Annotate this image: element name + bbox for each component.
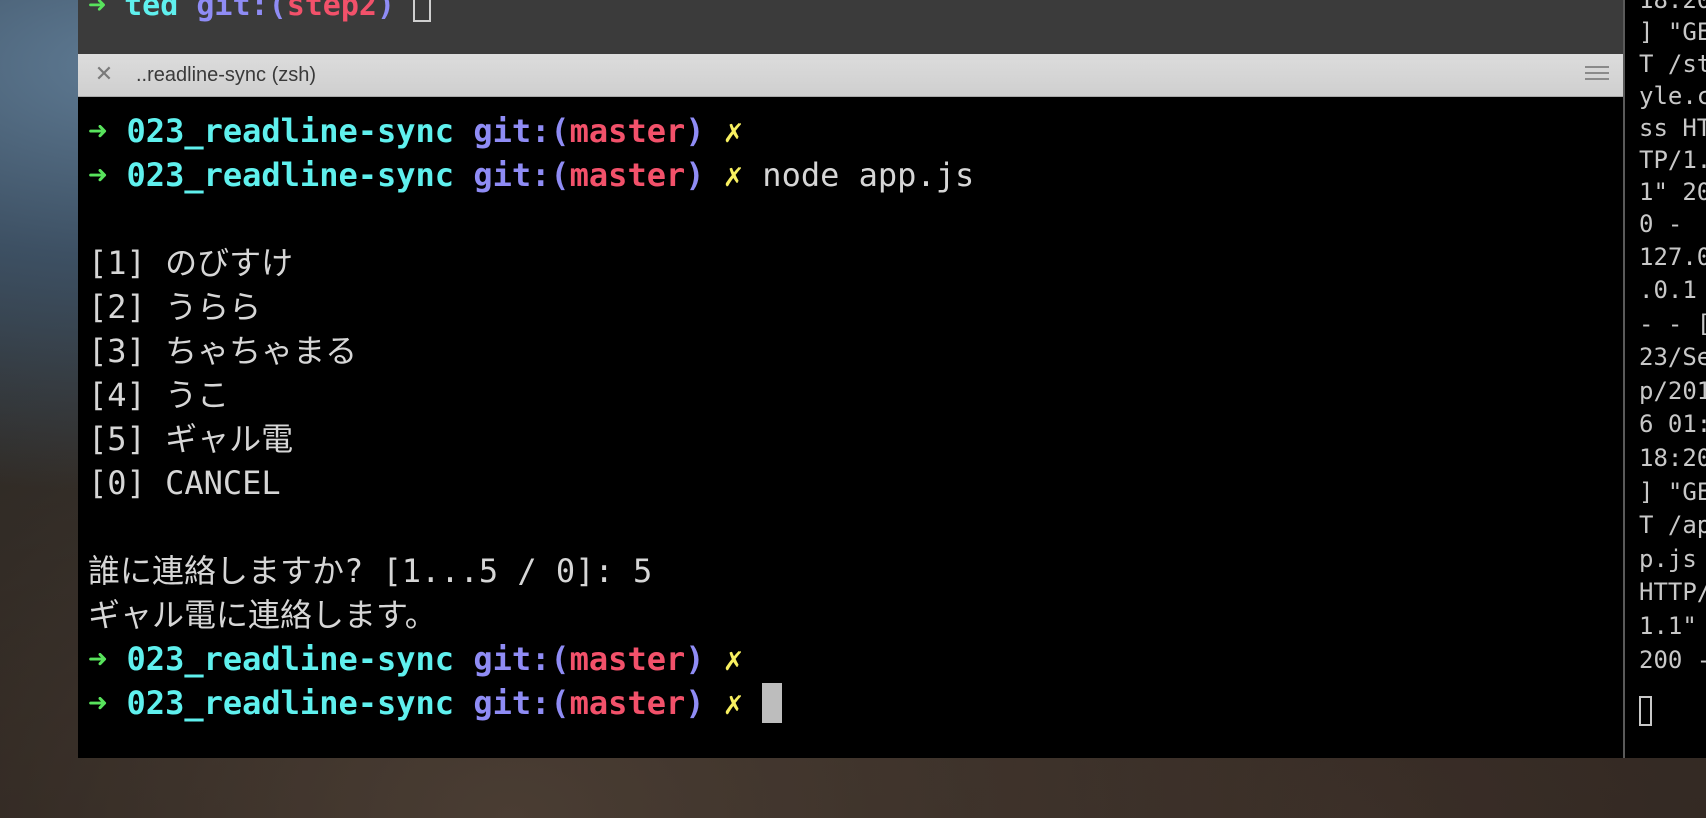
side-terminal-line: 1.1" [1639,612,1697,640]
prompt-directory: ted [124,0,179,23]
dirty-mark-icon: ✗ [723,156,744,194]
side-terminal-line: T /st [1639,50,1706,78]
side-terminal-line: p/201 [1639,377,1706,405]
side-terminal-line: 127.0 [1639,243,1706,271]
side-terminal-line: p.js [1639,545,1697,573]
terminal-output[interactable]: ➜ 023_readline-sync git:(master) ✗ ➜ 023… [88,109,1608,725]
git-prefix: git:( [473,640,570,678]
hamburger-menu-icon[interactable] [1585,66,1609,84]
side-terminal-line: 200 - [1639,646,1706,674]
side-terminal-line: 1" 20 [1639,178,1706,206]
git-suffix: ) [685,640,705,678]
prompt-directory: 023_readline-sync [126,156,455,194]
side-terminal-line: 6 01: [1639,410,1706,438]
prompt-line-active[interactable]: ➜ 023_readline-sync git:(master) ✗ [88,681,1608,725]
dirty-mark-icon: ✗ [723,684,744,722]
prompt-directory: 023_readline-sync [126,640,455,678]
question-line: 誰に連絡しますか? [1...5 / 0]: 5 [88,552,653,590]
side-terminal-line: HTTP/ [1639,578,1706,606]
terminal-tab-bar: ✕ ..readline-sync (zsh) [78,54,1623,97]
menu-item: [0] CANCEL [88,464,281,502]
prompt-line: ➜ 023_readline-sync git:(master) ✗ [88,637,1608,681]
command-text: node app.js [762,156,975,194]
prompt-line: ➜ 023_readline-sync git:(master) ✗ node … [88,153,1608,197]
git-branch: master [569,640,686,678]
git-prefix: git:( [473,112,570,150]
background-terminal-prompt: ➜ ted git:(step2) [88,0,432,23]
prompt-directory: 023_readline-sync [126,112,455,150]
tab-title[interactable]: ..readline-sync (zsh) [136,64,316,87]
git-prefix: git:( [473,156,570,194]
git-prefix: git:( [196,0,287,23]
dirty-mark-icon: ✗ [723,640,744,678]
git-prefix: git:( [473,684,570,722]
menu-item: [4] うこ [88,376,230,414]
dirty-mark-icon: ✗ [723,112,744,150]
side-terminal-line: 18:20 [1639,0,1706,14]
side-terminal-line: ] "GE [1639,18,1706,46]
git-suffix: ) [685,156,705,194]
side-terminal-line: 0 - [1639,210,1683,238]
git-suffix: ) [685,684,705,722]
side-terminal-line: 18:20 [1639,444,1706,472]
menu-item: [1] のびすけ [88,244,294,282]
git-branch: master [569,112,686,150]
background-terminal[interactable]: ➜ ted git:(step2) [78,0,1623,54]
git-branch: master [569,684,686,722]
git-suffix: ) [377,0,396,23]
prompt-arrow-icon: ➜ [88,640,108,678]
side-terminal-line: ss HT [1639,114,1706,142]
cursor-outline [413,0,432,22]
side-terminal-line: ] "GE [1639,478,1706,506]
prompt-arrow-icon: ➜ [88,112,108,150]
answer-line: ギャル電に連絡します。 [88,596,437,634]
side-terminal-line: T /ap [1639,511,1706,539]
git-branch: master [569,156,686,194]
prompt-arrow-icon: ➜ [88,684,108,722]
side-terminal-line: 23/Se [1639,343,1706,371]
side-terminal-line: - - [ [1639,310,1706,338]
git-branch: step2 [286,0,377,23]
side-terminal-line: TP/1. [1639,146,1706,174]
prompt-arrow-icon: ➜ [88,0,107,23]
prompt-arrow-icon: ➜ [88,156,108,194]
menu-item: [5] ギャル電 [88,420,294,458]
prompt-line: ➜ 023_readline-sync git:(master) ✗ [88,109,1608,153]
side-terminal-line: yle.c [1639,82,1706,110]
prompt-directory: 023_readline-sync [126,684,455,722]
menu-item: [3] ちゃちゃまる [88,332,358,370]
side-terminal-pane[interactable]: 18:20 ] "GE T /st yle.c ss HT TP/1. 1" 2… [1623,0,1706,758]
main-terminal-window[interactable]: ✕ ..readline-sync (zsh) ➜ 023_readline-s… [78,54,1623,758]
terminal-cursor[interactable] [762,683,783,723]
menu-item: [2] うらら [88,288,262,326]
close-icon[interactable]: ✕ [92,63,116,87]
git-suffix: ) [685,112,705,150]
side-terminal-line: .0.1 [1639,276,1697,304]
side-terminal-cursor [1639,696,1652,726]
